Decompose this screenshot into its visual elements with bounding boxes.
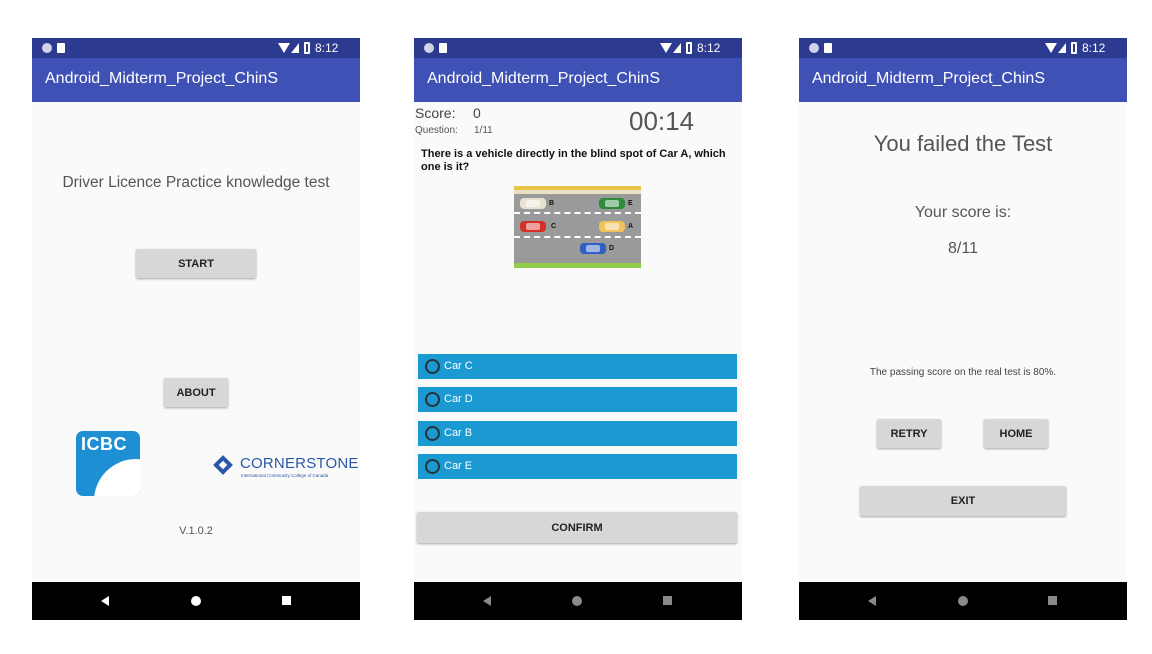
home-icon[interactable] [572,596,582,606]
notification-dot-icon [42,43,52,53]
status-bar: 8:12 [32,38,360,58]
cell-signal-icon [1058,43,1066,53]
exit-button[interactable]: EXIT [860,486,1066,516]
app-title: Android_Midterm_Project_ChinS [427,70,660,87]
battery-icon [304,42,310,54]
answer-option-label: Car C [444,360,473,372]
recents-icon[interactable] [1048,596,1057,605]
question-text: There is a vehicle directly in the blind… [421,148,726,173]
battery-icon [686,42,692,54]
answer-option-label: Car E [444,460,473,472]
result-screen: 8:12 Android_Midterm_Project_ChinS You f… [799,38,1127,620]
sd-card-icon [439,43,447,53]
battery-icon [1071,42,1077,54]
recents-icon[interactable] [663,596,672,605]
status-time: 8:12 [697,41,721,55]
status-time: 8:12 [315,41,339,55]
wifi-icon [1045,43,1057,53]
back-icon[interactable] [101,596,109,606]
radio-icon[interactable] [425,359,440,374]
home-button[interactable]: HOME [984,419,1048,448]
home-screen: 8:12 Android_Midterm_Project_ChinS Drive… [32,38,360,620]
answer-option[interactable]: Car E [418,454,737,479]
app-bar: Android_Midterm_Project_ChinS [799,58,1127,102]
car-label-b: B [549,200,555,207]
score-caption: Your score is: [914,204,1012,221]
retry-button[interactable]: RETRY [877,419,941,448]
question-progress: 1/11 [474,125,493,136]
answer-option[interactable]: Car D [418,387,737,412]
home-icon[interactable] [191,596,201,606]
answer-option-label: Car D [444,393,473,405]
answer-option[interactable]: Car C [418,354,737,379]
answer-option-label: Car B [444,427,473,439]
home-icon[interactable] [958,596,968,606]
nav-bar [32,582,360,620]
cell-signal-icon [673,43,681,53]
question-label: Question: [415,125,458,136]
nav-bar [799,582,1127,620]
app-bar: Android_Midterm_Project_ChinS [32,58,360,102]
score-label: Score: [415,105,456,121]
back-icon[interactable] [868,596,876,606]
cornerstone-name: CORNERSTONE [240,455,359,472]
status-bar: 8:12 [799,38,1127,58]
cornerstone-tagline: International Community College of Canad… [241,473,329,478]
car-label-a: A [628,223,634,230]
car-b-icon [520,198,546,209]
question-image: B E C A D [514,186,641,268]
final-score: 8/11 [948,240,978,257]
confirm-button[interactable]: CONFIRM [417,512,737,543]
cell-signal-icon [291,43,299,53]
wifi-icon [278,43,290,53]
recents-icon[interactable] [282,596,291,605]
car-a-icon [599,221,625,232]
radio-icon[interactable] [425,459,440,474]
car-e-icon [599,198,625,209]
car-label-c: C [551,223,557,230]
car-label-d: D [609,245,615,252]
car-d-icon [580,243,606,254]
notification-dot-icon [424,43,434,53]
wifi-icon [660,43,672,53]
version-label: V.1.0.2 [179,525,213,537]
car-label-e: E [628,200,633,207]
result-headline: You failed the Test [873,131,1053,156]
score-value: 0 [473,105,481,121]
home-heading: Driver Licence Practice knowledge test [62,174,330,191]
back-icon[interactable] [483,596,491,606]
app-bar: Android_Midterm_Project_ChinS [414,58,742,102]
radio-icon[interactable] [425,392,440,407]
quiz-screen: 8:12 Android_Midterm_Project_ChinS Score… [414,38,742,620]
answer-option[interactable]: Car B [418,421,737,446]
about-button[interactable]: ABOUT [164,378,228,407]
app-title: Android_Midterm_Project_ChinS [812,70,1045,87]
app-title: Android_Midterm_Project_ChinS [45,70,278,87]
sd-card-icon [824,43,832,53]
passing-note: The passing score on the real test is 80… [869,367,1057,378]
nav-bar [414,582,742,620]
icbc-logo: ICBC [76,431,140,496]
notification-dot-icon [809,43,819,53]
timer: 00:14 [629,106,695,136]
status-time: 8:12 [1082,41,1106,55]
sd-card-icon [57,43,65,53]
car-c-icon [520,221,546,232]
start-button[interactable]: START [136,249,256,278]
status-bar: 8:12 [414,38,742,58]
radio-icon[interactable] [425,426,440,441]
